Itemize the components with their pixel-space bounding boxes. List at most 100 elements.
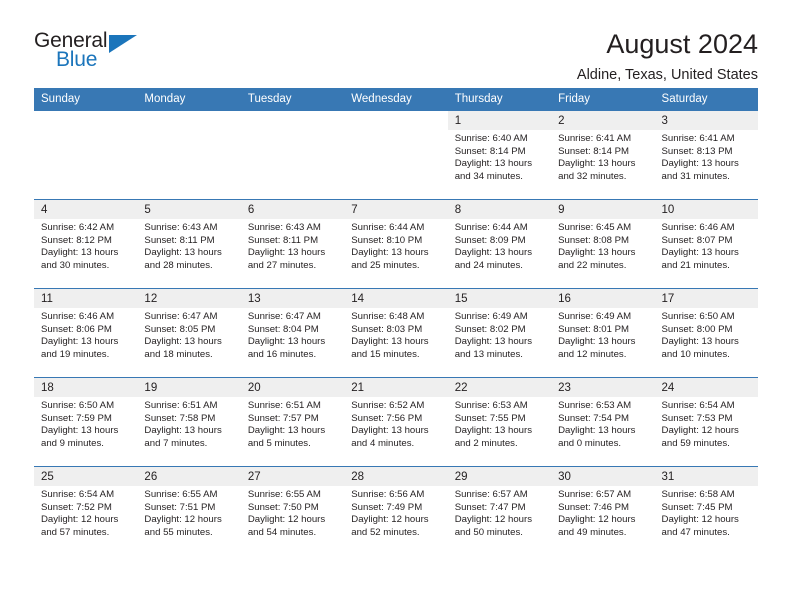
calendar-day-cell-6[interactable]: 6 Sunrise: 6:43 AM Sunset: 8:11 PM Daylight… xyxy=(240,199,345,289)
day-info-line: Daylight: 13 hours xyxy=(454,158,533,170)
day-number: 22 xyxy=(447,378,552,397)
calendar-day-cell-28[interactable]: 28 Sunrise: 6:56 AM Sunset: 7:49 PM Dayligh… xyxy=(344,466,448,555)
day-info-line: and 49 minutes. xyxy=(558,526,627,538)
page-header: General Blue August 2024 Aldine, Texas, … xyxy=(34,0,758,84)
day-cell-content: 20 Sunrise: 6:51 AM Sunset: 7:57 PM Dayligh… xyxy=(240,378,345,466)
day-info-line: Sunset: 8:11 PM xyxy=(144,234,215,246)
day-info-line: and 4 minutes. xyxy=(351,437,415,449)
calendar-week-row: 25 Sunrise: 6:54 AM Sunset: 7:52 PM Dayligh… xyxy=(34,466,758,555)
day-number: 7 xyxy=(344,200,448,219)
calendar-day-cell-21[interactable]: 21 Sunrise: 6:52 AM Sunset: 7:56 PM Dayligh… xyxy=(344,377,448,467)
day-number: 3 xyxy=(654,111,758,130)
general-blue-logo: General Blue xyxy=(34,30,154,82)
day-info-line: and 13 minutes. xyxy=(454,348,523,360)
day-info-line: Sunset: 7:47 PM xyxy=(454,501,526,513)
calendar-day-cell-20[interactable]: 20 Sunrise: 6:51 AM Sunset: 7:57 PM Dayligh… xyxy=(240,377,345,467)
calendar-week-row: 18 Sunrise: 6:50 AM Sunset: 7:59 PM Dayligh… xyxy=(34,377,758,467)
day-cell-content: 9 Sunrise: 6:45 AM Sunset: 8:08 PM Daylight… xyxy=(551,200,655,288)
calendar-day-cell-10[interactable]: 10 Sunrise: 6:46 AM Sunset: 8:07 PM Dayligh… xyxy=(654,199,758,289)
day-number: 4 xyxy=(34,200,138,219)
day-info-line: Sunset: 7:52 PM xyxy=(41,501,112,513)
day-cell-content: 4 Sunrise: 6:42 AM Sunset: 8:12 PM Daylight… xyxy=(34,200,138,288)
calendar-day-cell-23[interactable]: 23 Sunrise: 6:53 AM Sunset: 7:54 PM Dayligh… xyxy=(551,377,655,467)
calendar-day-cell-8[interactable]: 8 Sunrise: 6:44 AM Sunset: 8:09 PM Daylight… xyxy=(447,199,552,289)
page-title: August 2024 xyxy=(606,29,758,59)
calendar-day-cell-22[interactable]: 22 Sunrise: 6:53 AM Sunset: 7:55 PM Dayligh… xyxy=(447,377,552,467)
calendar-day-cell-18[interactable]: 18 Sunrise: 6:50 AM Sunset: 7:59 PM Dayligh… xyxy=(34,377,138,467)
day-info-line: Daylight: 13 hours xyxy=(558,158,636,170)
day-info-line: Sunrise: 6:47 AM xyxy=(144,311,218,322)
day-info-line: Sunrise: 6:49 AM xyxy=(558,311,632,322)
day-info-line: Sunrise: 6:41 AM xyxy=(661,133,735,144)
calendar-day-cell-31[interactable]: 31 Sunrise: 6:58 AM Sunset: 7:45 PM Dayligh… xyxy=(654,466,758,555)
calendar-day-cell-15[interactable]: 15 Sunrise: 6:49 AM Sunset: 8:02 PM Dayligh… xyxy=(447,288,552,378)
day-number: 10 xyxy=(654,200,758,219)
day-number: 30 xyxy=(551,467,655,486)
day-info-line: Sunset: 7:53 PM xyxy=(661,412,733,424)
calendar-day-cell-29[interactable]: 29 Sunrise: 6:57 AM Sunset: 7:47 PM Dayligh… xyxy=(447,466,552,555)
day-cell-content: 14 Sunrise: 6:48 AM Sunset: 8:03 PM Dayligh… xyxy=(344,289,448,377)
calendar-week-row: 1 Sunrise: 6:40 AM Sunset: 8:14 PM Daylight… xyxy=(34,111,758,200)
day-cell-content: 10 Sunrise: 6:46 AM Sunset: 8:07 PM Dayligh… xyxy=(654,200,758,288)
calendar-day-cell-26[interactable]: 26 Sunrise: 6:55 AM Sunset: 7:51 PM Dayligh… xyxy=(137,466,241,555)
calendar-week-row: 11 Sunrise: 6:46 AM Sunset: 8:06 PM Dayligh… xyxy=(34,288,758,378)
day-sun-info: Sunrise: 6:50 AM Sunset: 8:00 PM Daylight:… xyxy=(655,308,758,361)
day-sun-info: Sunrise: 6:42 AM Sunset: 8:12 PM Daylight:… xyxy=(34,219,137,272)
calendar-day-cell-13[interactable]: 13 Sunrise: 6:47 AM Sunset: 8:04 PM Dayligh… xyxy=(240,288,345,378)
day-info-line: Sunset: 8:03 PM xyxy=(351,323,423,335)
day-info-line: Daylight: 13 hours xyxy=(661,336,739,348)
day-info-line: Sunset: 8:14 PM xyxy=(454,145,526,157)
weekday-header-thursday: Thursday xyxy=(447,88,552,111)
day-info-line: and 0 minutes. xyxy=(558,437,622,449)
day-info-line: Sunset: 8:02 PM xyxy=(454,323,526,335)
empty-placeholder xyxy=(344,111,448,199)
weekday-header-monday: Monday xyxy=(137,88,241,111)
calendar-day-cell-5[interactable]: 5 Sunrise: 6:43 AM Sunset: 8:11 PM Daylight… xyxy=(137,199,241,289)
day-info-line: and 34 minutes. xyxy=(454,170,523,182)
day-number: 5 xyxy=(137,200,241,219)
calendar-day-cell-empty xyxy=(240,111,345,200)
day-info-line: and 15 minutes. xyxy=(351,348,420,360)
day-info-line: and 28 minutes. xyxy=(144,259,213,271)
day-sun-info: Sunrise: 6:55 AM Sunset: 7:51 PM Daylight:… xyxy=(137,486,240,539)
day-number: 16 xyxy=(551,289,655,308)
day-cell-content: 7 Sunrise: 6:44 AM Sunset: 8:10 PM Daylight… xyxy=(344,200,448,288)
day-info-line: Sunset: 8:08 PM xyxy=(558,234,630,246)
day-info-line: and 27 minutes. xyxy=(247,259,317,271)
day-cell-content: 2 Sunrise: 6:41 AM Sunset: 8:14 PM Daylight… xyxy=(551,111,655,199)
day-info-line: Sunset: 8:00 PM xyxy=(661,323,733,335)
day-info-line: Daylight: 13 hours xyxy=(247,336,326,348)
calendar-day-cell-3[interactable]: 3 Sunrise: 6:41 AM Sunset: 8:13 PM Daylight… xyxy=(654,111,758,200)
day-info-line: and 19 minutes. xyxy=(41,348,110,360)
calendar-day-cell-4[interactable]: 4 Sunrise: 6:42 AM Sunset: 8:12 PM Daylight… xyxy=(34,199,138,289)
calendar-day-cell-14[interactable]: 14 Sunrise: 6:48 AM Sunset: 8:03 PM Dayligh… xyxy=(344,288,448,378)
calendar-page: General Blue August 2024 Aldine, Texas, … xyxy=(0,0,792,612)
day-cell-content: 29 Sunrise: 6:57 AM Sunset: 7:47 PM Dayligh… xyxy=(447,467,552,555)
day-info-line: Sunrise: 6:50 AM xyxy=(661,311,735,322)
calendar-day-cell-30[interactable]: 30 Sunrise: 6:57 AM Sunset: 7:46 PM Dayligh… xyxy=(551,466,655,555)
day-info-line: Daylight: 12 hours xyxy=(144,514,222,526)
day-cell-content: 22 Sunrise: 6:53 AM Sunset: 7:55 PM Dayligh… xyxy=(447,378,552,466)
day-cell-content: 5 Sunrise: 6:43 AM Sunset: 8:11 PM Daylight… xyxy=(137,200,241,288)
day-cell-content: 19 Sunrise: 6:51 AM Sunset: 7:58 PM Dayligh… xyxy=(137,378,241,466)
day-info-line: Daylight: 13 hours xyxy=(351,336,429,348)
day-info-line: Daylight: 13 hours xyxy=(41,425,119,437)
day-sun-info: Sunrise: 6:44 AM Sunset: 8:09 PM Daylight:… xyxy=(448,219,551,272)
calendar-day-cell-24[interactable]: 24 Sunrise: 6:54 AM Sunset: 7:53 PM Dayligh… xyxy=(654,377,758,467)
calendar-day-cell-16[interactable]: 16 Sunrise: 6:49 AM Sunset: 8:01 PM Dayligh… xyxy=(551,288,655,378)
calendar-day-cell-9[interactable]: 9 Sunrise: 6:45 AM Sunset: 8:08 PM Daylight… xyxy=(551,199,655,289)
calendar-day-cell-27[interactable]: 27 Sunrise: 6:55 AM Sunset: 7:50 PM Dayligh… xyxy=(240,466,345,555)
day-info-line: Sunrise: 6:56 AM xyxy=(351,489,425,500)
calendar-day-cell-7[interactable]: 7 Sunrise: 6:44 AM Sunset: 8:10 PM Daylight… xyxy=(344,199,448,289)
day-sun-info: Sunrise: 6:47 AM Sunset: 8:04 PM Daylight:… xyxy=(241,308,344,361)
calendar-day-cell-12[interactable]: 12 Sunrise: 6:47 AM Sunset: 8:05 PM Dayligh… xyxy=(137,288,241,378)
calendar-day-cell-17[interactable]: 17 Sunrise: 6:50 AM Sunset: 8:00 PM Dayligh… xyxy=(654,288,758,378)
day-info-line: and 21 minutes. xyxy=(661,259,730,271)
calendar-day-cell-2[interactable]: 2 Sunrise: 6:41 AM Sunset: 8:14 PM Daylight… xyxy=(551,111,655,200)
calendar-day-cell-1[interactable]: 1 Sunrise: 6:40 AM Sunset: 8:14 PM Daylight… xyxy=(447,111,552,200)
calendar-day-cell-11[interactable]: 11 Sunrise: 6:46 AM Sunset: 8:06 PM Dayligh… xyxy=(34,288,138,378)
calendar-day-cell-19[interactable]: 19 Sunrise: 6:51 AM Sunset: 7:58 PM Dayligh… xyxy=(137,377,241,467)
calendar-day-cell-25[interactable]: 25 Sunrise: 6:54 AM Sunset: 7:52 PM Dayligh… xyxy=(34,466,138,555)
day-info-line: Daylight: 13 hours xyxy=(144,247,222,259)
day-info-line: Sunrise: 6:41 AM xyxy=(558,133,632,144)
